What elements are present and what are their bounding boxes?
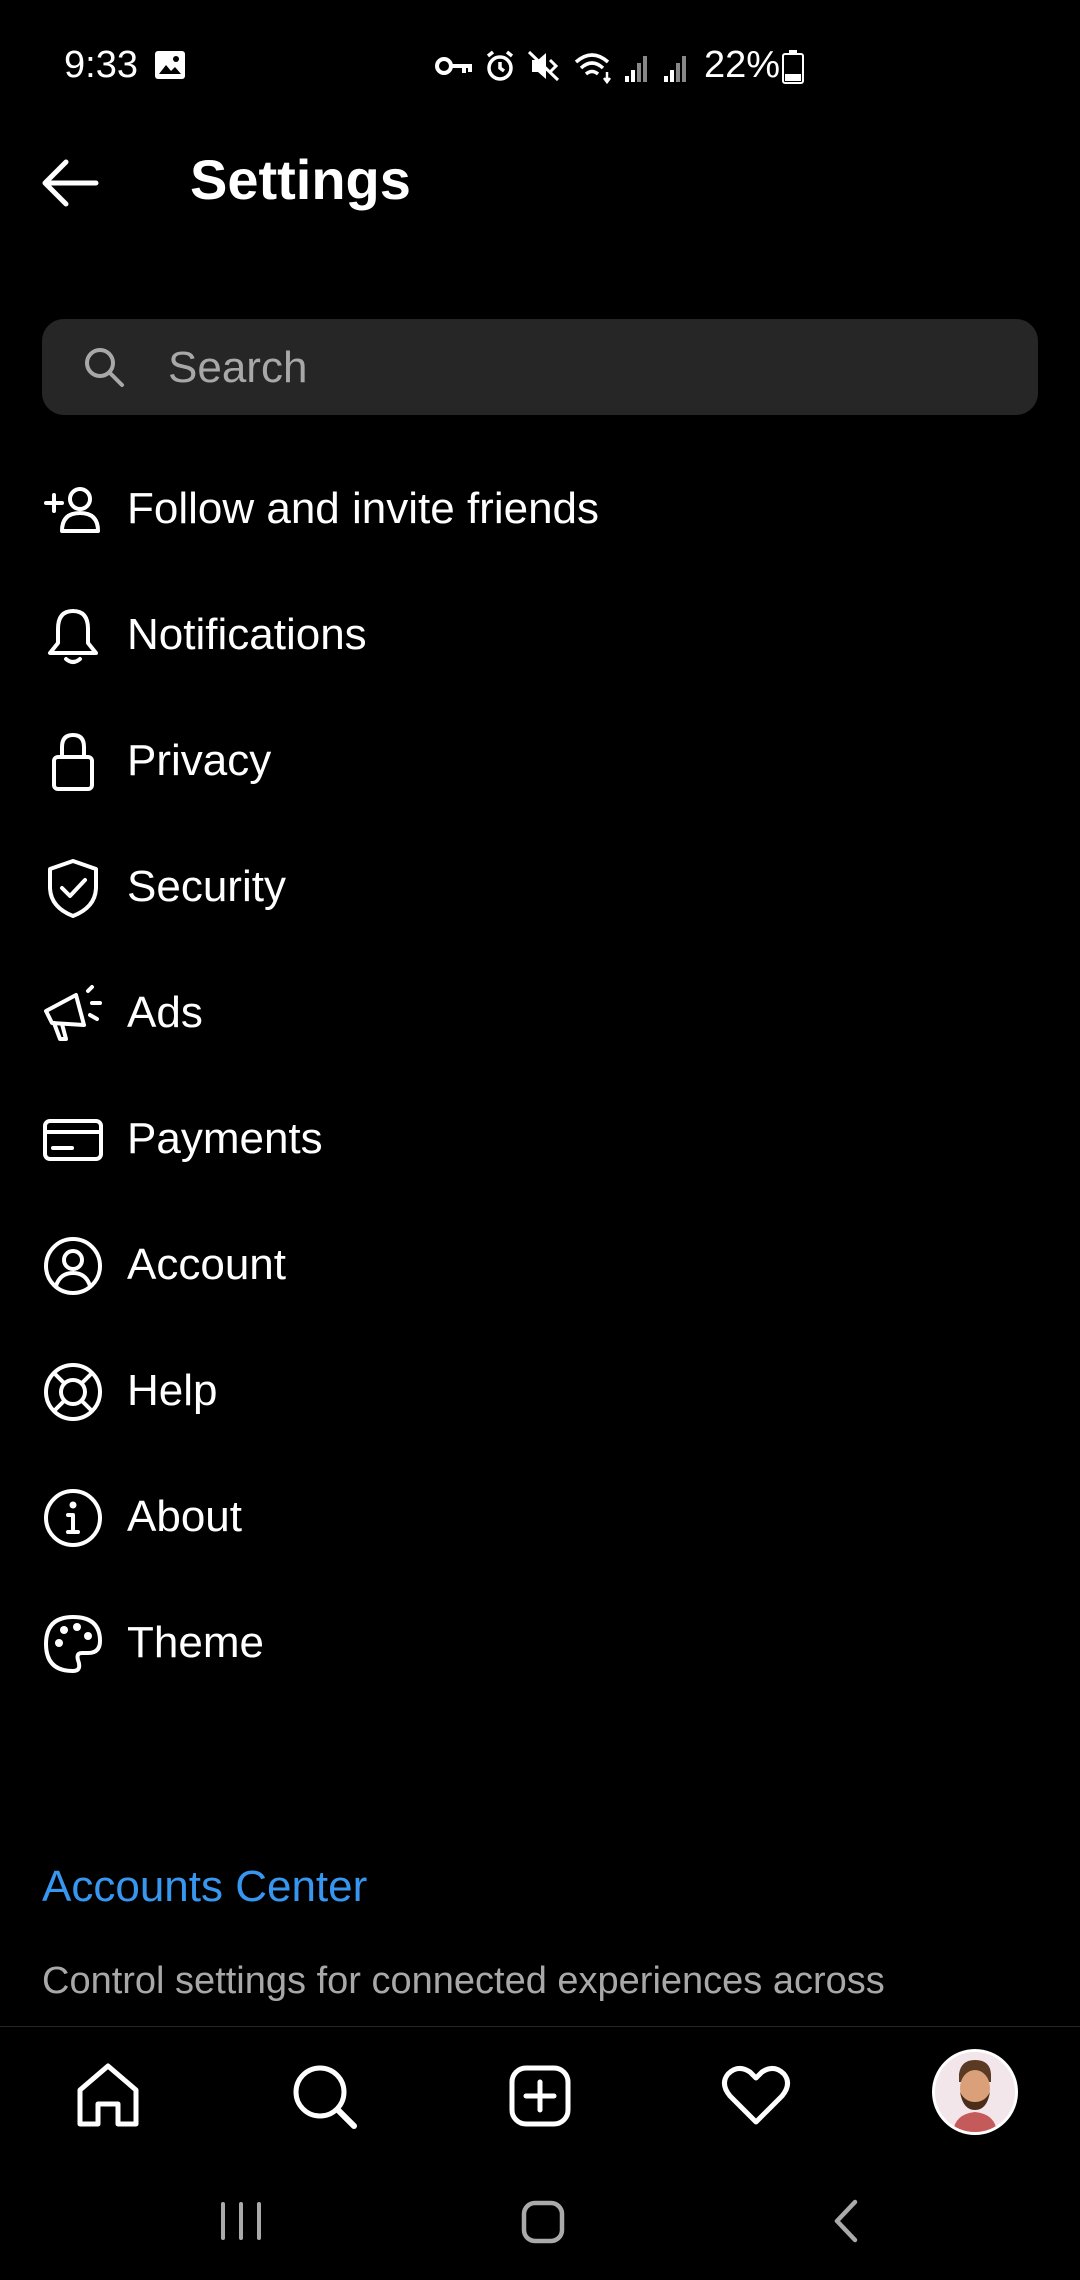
battery-icon bbox=[782, 50, 804, 84]
menu-item-label: Ads bbox=[127, 988, 203, 1037]
vpn-key-icon bbox=[435, 57, 472, 75]
accounts-center-description: Control settings for connected experienc… bbox=[42, 1960, 885, 2002]
nav-create-button[interactable] bbox=[500, 2056, 580, 2136]
search-icon bbox=[85, 348, 124, 387]
shield-check-icon bbox=[48, 859, 98, 918]
bottom-navigation bbox=[0, 2026, 1080, 2161]
menu-item-label: Privacy bbox=[127, 736, 272, 785]
search-bar[interactable] bbox=[42, 319, 1038, 417]
menu-item-help[interactable]: Help bbox=[0, 1328, 1080, 1454]
menu-item-account[interactable]: Account bbox=[0, 1202, 1080, 1328]
menu-item-label: Payments bbox=[127, 1114, 323, 1163]
bell-icon bbox=[48, 609, 98, 664]
menu-item-label: Security bbox=[127, 862, 286, 911]
create-icon bbox=[509, 2065, 571, 2127]
menu-item-theme[interactable]: Theme bbox=[0, 1580, 1080, 1706]
signal-icon bbox=[625, 56, 647, 82]
menu-item-label: Notifications bbox=[127, 610, 367, 659]
user-circle-icon bbox=[44, 1237, 102, 1295]
menu-item-notifications[interactable]: Notifications bbox=[0, 572, 1080, 698]
menu-item-privacy[interactable]: Privacy bbox=[0, 698, 1080, 824]
menu-item-follow-invite[interactable]: Follow and invite friends bbox=[0, 446, 1080, 572]
back-button[interactable] bbox=[36, 150, 108, 216]
page-title: Settings bbox=[190, 148, 411, 211]
menu-item-about[interactable]: About bbox=[0, 1454, 1080, 1580]
menu-item-payments[interactable]: Payments bbox=[0, 1076, 1080, 1202]
menu-item-label: Follow and invite friends bbox=[127, 484, 600, 533]
credit-card-icon bbox=[43, 1119, 103, 1161]
menu-item-label: Account bbox=[127, 1240, 286, 1289]
nav-home-button[interactable] bbox=[68, 2056, 148, 2136]
lifebuoy-icon bbox=[44, 1363, 102, 1421]
lock-icon bbox=[52, 733, 94, 791]
nav-activity-button[interactable] bbox=[716, 2056, 796, 2136]
menu-item-label: Help bbox=[127, 1366, 218, 1415]
mute-icon bbox=[527, 50, 560, 82]
signal-icon bbox=[664, 56, 686, 82]
wifi-icon bbox=[574, 53, 611, 85]
info-icon bbox=[44, 1489, 102, 1547]
menu-item-label: About bbox=[127, 1492, 242, 1541]
nav-search-button[interactable] bbox=[284, 2056, 364, 2136]
alarm-icon bbox=[486, 50, 514, 81]
battery-percent: 22% bbox=[704, 44, 781, 86]
system-back-button[interactable] bbox=[805, 2186, 885, 2256]
palette-icon bbox=[44, 1615, 102, 1673]
profile-avatar[interactable] bbox=[932, 2049, 1018, 2135]
menu-item-label: Theme bbox=[127, 1618, 264, 1667]
home-icon bbox=[521, 2200, 565, 2244]
status-time: 9:33 bbox=[64, 44, 138, 86]
recents-icon bbox=[221, 2202, 261, 2240]
system-home-button[interactable] bbox=[503, 2186, 583, 2256]
status-bar: 9:33 22% bbox=[0, 0, 1080, 130]
arrow-left-icon bbox=[42, 159, 99, 207]
search-input[interactable] bbox=[166, 319, 1010, 417]
recents-button[interactable] bbox=[201, 2186, 281, 2256]
heart-icon bbox=[722, 2066, 790, 2125]
megaphone-icon bbox=[44, 985, 102, 1041]
gallery-icon bbox=[155, 51, 185, 79]
system-navigation-bar bbox=[0, 2160, 1080, 2280]
search-icon bbox=[293, 2065, 357, 2129]
accounts-center-link[interactable]: Accounts Center bbox=[42, 1862, 367, 1912]
back-icon bbox=[834, 2199, 858, 2243]
menu-item-ads[interactable]: Ads bbox=[0, 950, 1080, 1076]
menu-item-security[interactable]: Security bbox=[0, 824, 1080, 950]
home-icon bbox=[77, 2063, 139, 2127]
avatar-image bbox=[935, 2052, 1015, 2132]
add-person-icon bbox=[44, 487, 100, 533]
status-icons bbox=[435, 50, 686, 85]
